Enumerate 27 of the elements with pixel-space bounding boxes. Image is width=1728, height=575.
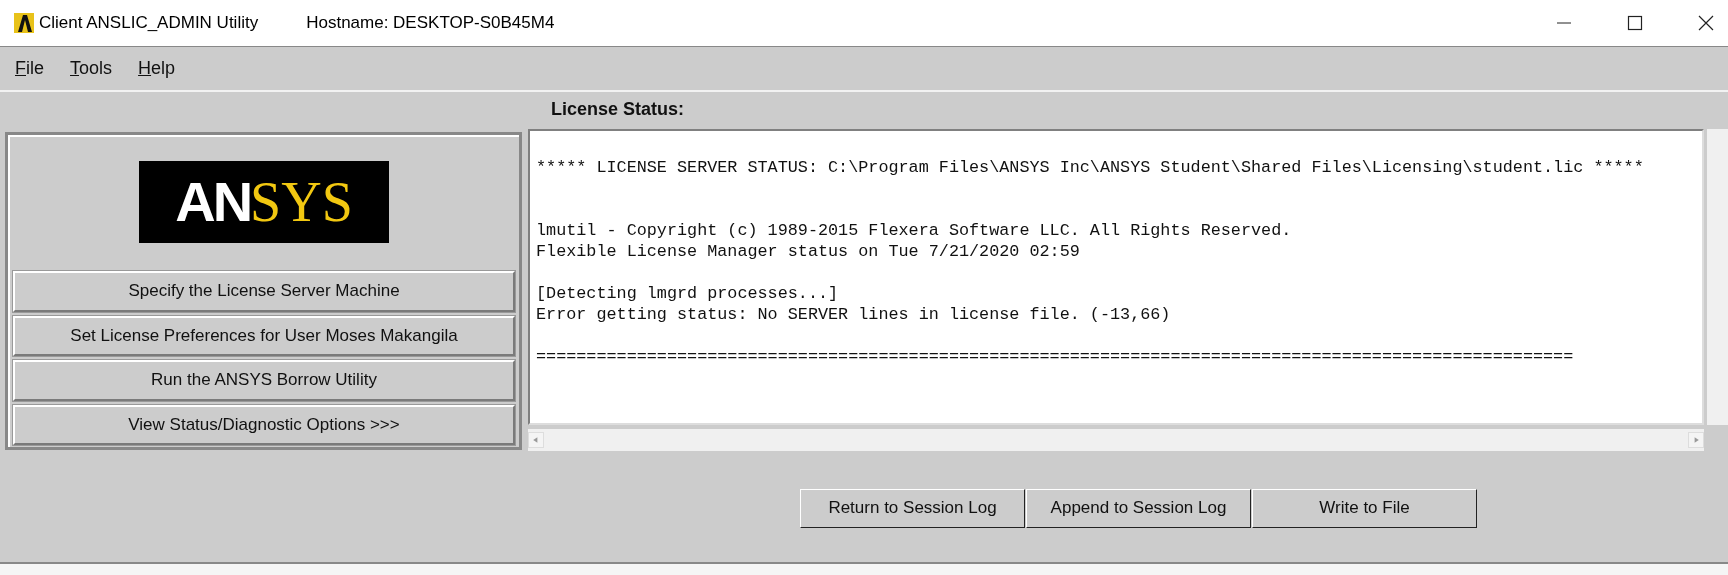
- menu-item[interactable]: Help: [138, 58, 176, 79]
- action-button[interactable]: Run the ANSYS Borrow Utility: [13, 360, 515, 401]
- app-logo-icon: [14, 13, 34, 33]
- dialog-button[interactable]: Return to Session Log: [800, 488, 1025, 528]
- scroll-right-icon[interactable]: [1688, 432, 1704, 448]
- close-icon[interactable]: [1698, 15, 1714, 31]
- menu-item[interactable]: Tools: [70, 58, 113, 79]
- ansys-logo: ANSYS: [139, 161, 389, 244]
- log-line: Error getting status: No SERVER lines in license file. (-13,66): [536, 304, 1172, 325]
- dialog-button[interactable]: Append to Session Log: [1026, 488, 1251, 528]
- log-line: Flexible License Manager status on Tue 7/21/2020 02:59: [536, 241, 1081, 262]
- log-line: =======================================================================================================: [536, 346, 1575, 367]
- window-title: Client ANSLIC_ADMIN Utility: [39, 13, 259, 33]
- scroll-left-icon[interactable]: [528, 432, 544, 448]
- license-status-label: License Status:: [551, 99, 685, 120]
- hostname-label: Hostname: DESKTOP-S0B45M4: [306, 13, 555, 33]
- vertical-scrollbar[interactable]: [1706, 129, 1728, 425]
- log-line: lmutil - Copyright (c) 1989-2015 Flexera Software LLC. All Rights Reserved.: [536, 220, 1293, 241]
- dialog-button[interactable]: Write to File: [1252, 488, 1477, 528]
- action-button[interactable]: View Status/Diagnostic Options >>>: [13, 404, 515, 445]
- menu-item[interactable]: File: [15, 58, 44, 79]
- log-line: ***** LICENSE SERVER STATUS: C:\Program Files\ANSYS Inc\ANSYS Student\Shared Files\Licensing\student.lic *****: [536, 157, 1645, 178]
- maximize-icon[interactable]: [1627, 15, 1643, 31]
- horizontal-scrollbar[interactable]: [528, 429, 1704, 451]
- action-button[interactable]: Set License Preferences for User Moses Makangila: [13, 315, 515, 357]
- log-line: [Detecting lmgrd processes...]: [536, 283, 840, 304]
- action-button[interactable]: Specify the License Server Machine: [13, 271, 515, 312]
